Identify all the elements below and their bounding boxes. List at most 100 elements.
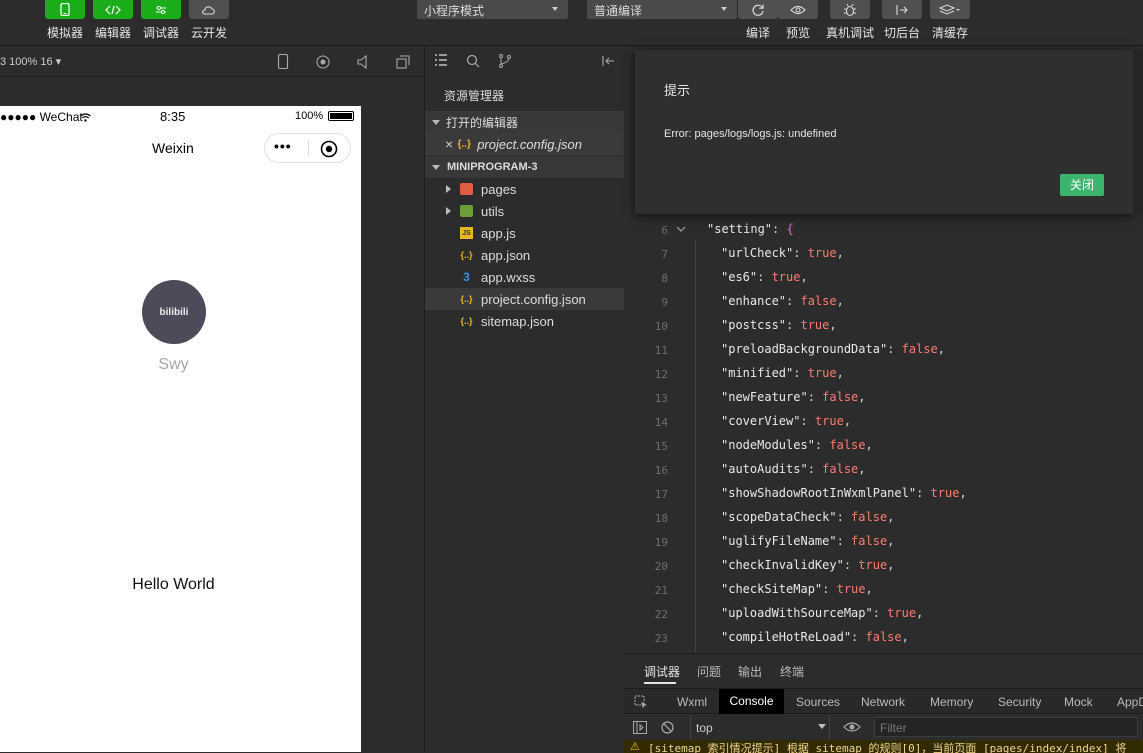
project-header[interactable]: MINIPROGRAM-3 bbox=[425, 156, 624, 178]
json-value: false bbox=[800, 294, 837, 308]
compile-select[interactable]: 普通编译 bbox=[587, 0, 737, 19]
explorer-panel: 资源管理器 打开的编辑器 × {..} project.config.json … bbox=[424, 47, 624, 752]
tab-terminal[interactable]: 终端 bbox=[780, 663, 804, 680]
json-value: true bbox=[887, 606, 917, 620]
real-debug-label: 真机调试 bbox=[826, 26, 875, 40]
volume-icon[interactable] bbox=[356, 54, 370, 72]
device-info-select[interactable]: 3 100% 16 ▾ bbox=[0, 55, 61, 68]
mode-select[interactable]: 小程序模式 bbox=[417, 0, 568, 19]
real-debug-button[interactable]: 真机调试 bbox=[826, 0, 874, 41]
json-value: true bbox=[858, 558, 888, 572]
devtab-security[interactable]: Security bbox=[998, 695, 1041, 709]
file-name: utils bbox=[481, 203, 505, 219]
code-line: "nodeModules": false, bbox=[721, 438, 873, 452]
open-editors-label: 打开的编辑器 bbox=[446, 115, 519, 130]
filter-input[interactable]: Filter bbox=[874, 717, 1138, 737]
file-tree-item[interactable]: utils bbox=[425, 200, 624, 222]
phone-icon bbox=[45, 0, 85, 19]
line-number: 14 bbox=[654, 416, 668, 429]
json-icon: {..} bbox=[460, 316, 473, 326]
json-value: true bbox=[800, 318, 830, 332]
json-key: "uploadWithSourceMap" bbox=[721, 606, 873, 620]
clear-cache-button[interactable]: 清缓存 bbox=[930, 0, 970, 41]
line-number: 17 bbox=[654, 488, 668, 501]
sidebar-toggle-icon[interactable] bbox=[633, 721, 647, 737]
file-tree-item[interactable]: {..} sitemap.json bbox=[425, 310, 624, 332]
record-icon[interactable] bbox=[316, 55, 330, 72]
tab-debugger[interactable]: 调试器 bbox=[644, 663, 680, 680]
tab-problems[interactable]: 问题 bbox=[697, 663, 721, 680]
devtab-mock[interactable]: Mock bbox=[1064, 695, 1093, 709]
status-battery: 100% bbox=[295, 110, 324, 122]
nav-title: Weixin bbox=[152, 140, 194, 156]
devtab-console[interactable]: Console bbox=[719, 689, 784, 714]
phone-outline-icon[interactable] bbox=[277, 53, 289, 72]
tab-output[interactable]: 输出 bbox=[738, 663, 762, 680]
background-button[interactable]: 切后台 bbox=[882, 0, 922, 41]
cloud-button[interactable]: 云开发 bbox=[189, 0, 229, 41]
file-tree-item[interactable]: JS app.js bbox=[425, 222, 624, 244]
devtab-sources[interactable]: Sources bbox=[796, 695, 840, 709]
code-line: "uploadWithSourceMap": true, bbox=[721, 606, 924, 620]
more-dots-icon[interactable]: ••• bbox=[274, 138, 292, 154]
open-editor-item[interactable]: × {..} project.config.json bbox=[425, 133, 624, 155]
devtools-tabbar: Wxml Console Sources Network Memory Secu… bbox=[624, 688, 1143, 714]
file-tree-item[interactable]: pages bbox=[425, 178, 624, 200]
json-value: false bbox=[822, 390, 859, 404]
simulator-button[interactable]: 模拟器 bbox=[45, 0, 85, 41]
close-dialog-button[interactable]: 关闭 bbox=[1060, 174, 1104, 196]
eye-icon[interactable] bbox=[843, 721, 861, 736]
inspect-icon[interactable] bbox=[634, 695, 648, 712]
devtab-memory[interactable]: Memory bbox=[930, 695, 973, 709]
preview-button[interactable]: 预览 bbox=[778, 0, 818, 41]
close-icon[interactable]: × bbox=[445, 136, 453, 152]
popout-icon[interactable] bbox=[396, 55, 410, 72]
file-tree-item[interactable]: {..} app.json bbox=[425, 244, 624, 266]
avatar[interactable]: bilibili bbox=[142, 280, 206, 344]
git-branch-icon[interactable] bbox=[498, 54, 512, 71]
json-value: false bbox=[851, 510, 888, 524]
compile-button[interactable]: 编译 bbox=[738, 0, 778, 41]
line-number: 21 bbox=[654, 584, 668, 597]
alert-dialog: 提示 Error: pages/logs/logs.js: undefined … bbox=[635, 50, 1133, 214]
line-number: 10 bbox=[654, 320, 668, 333]
capsule-divider bbox=[308, 140, 309, 156]
editor-button[interactable]: 编辑器 bbox=[93, 0, 133, 41]
file-tree-item[interactable]: {..} project.config.json bbox=[425, 288, 624, 310]
list-icon[interactable] bbox=[434, 54, 448, 69]
debugger-button[interactable]: 调试器 bbox=[141, 0, 181, 41]
dialog-message: Error: pages/logs/logs.js: undefined bbox=[664, 128, 837, 140]
collapse-panel-icon[interactable] bbox=[601, 55, 615, 70]
line-number: 20 bbox=[654, 560, 668, 573]
console-toolbar: top Filter bbox=[624, 715, 1143, 740]
open-file-name: project.config.json bbox=[477, 136, 582, 152]
code-line: "scopeDataCheck": false, bbox=[721, 510, 895, 524]
json-key: "postcss" bbox=[721, 318, 787, 332]
clear-console-icon[interactable] bbox=[661, 721, 674, 737]
line-number: 8 bbox=[661, 272, 668, 285]
line-number: 19 bbox=[654, 536, 668, 549]
console-warning-row: ⚠ [sitemap 索引情况提示] 根据 sitemap 的规则[0]，当前页… bbox=[624, 740, 1143, 753]
top-toolbar: 模拟器 编辑器 调试器 云开发 小程序模式 普通编译 编译 预览 真机调试 切后… bbox=[0, 0, 1143, 46]
refresh-icon bbox=[738, 0, 778, 19]
devtab-network[interactable]: Network bbox=[861, 695, 905, 709]
status-time: 8:35 bbox=[160, 109, 186, 124]
fold-chevron-icon[interactable] bbox=[676, 222, 686, 236]
simulator-toolbar: 3 100% 16 ▾ bbox=[0, 47, 424, 77]
devtab-appdata[interactable]: AppD bbox=[1117, 695, 1143, 709]
search-icon[interactable] bbox=[466, 54, 480, 71]
line-number: 18 bbox=[654, 512, 668, 525]
file-tree-item[interactable]: 3 app.wxss bbox=[425, 266, 624, 288]
code-line: "urlCheck": true, bbox=[721, 246, 844, 260]
chevron-right-icon bbox=[446, 207, 451, 215]
close-miniprogram-icon[interactable] bbox=[320, 140, 338, 161]
context-select[interactable]: top bbox=[690, 715, 830, 739]
open-editors-header[interactable]: 打开的编辑器 bbox=[425, 111, 624, 133]
compile-select-value: 普通编译 bbox=[594, 4, 643, 18]
line-number: 11 bbox=[654, 344, 668, 357]
devtab-wxml[interactable]: Wxml bbox=[677, 695, 707, 709]
code-line: "newFeature": false, bbox=[721, 390, 866, 404]
json-value: true bbox=[836, 582, 866, 596]
preview-label: 预览 bbox=[785, 26, 810, 40]
code-line: "coverView": true, bbox=[721, 414, 852, 428]
